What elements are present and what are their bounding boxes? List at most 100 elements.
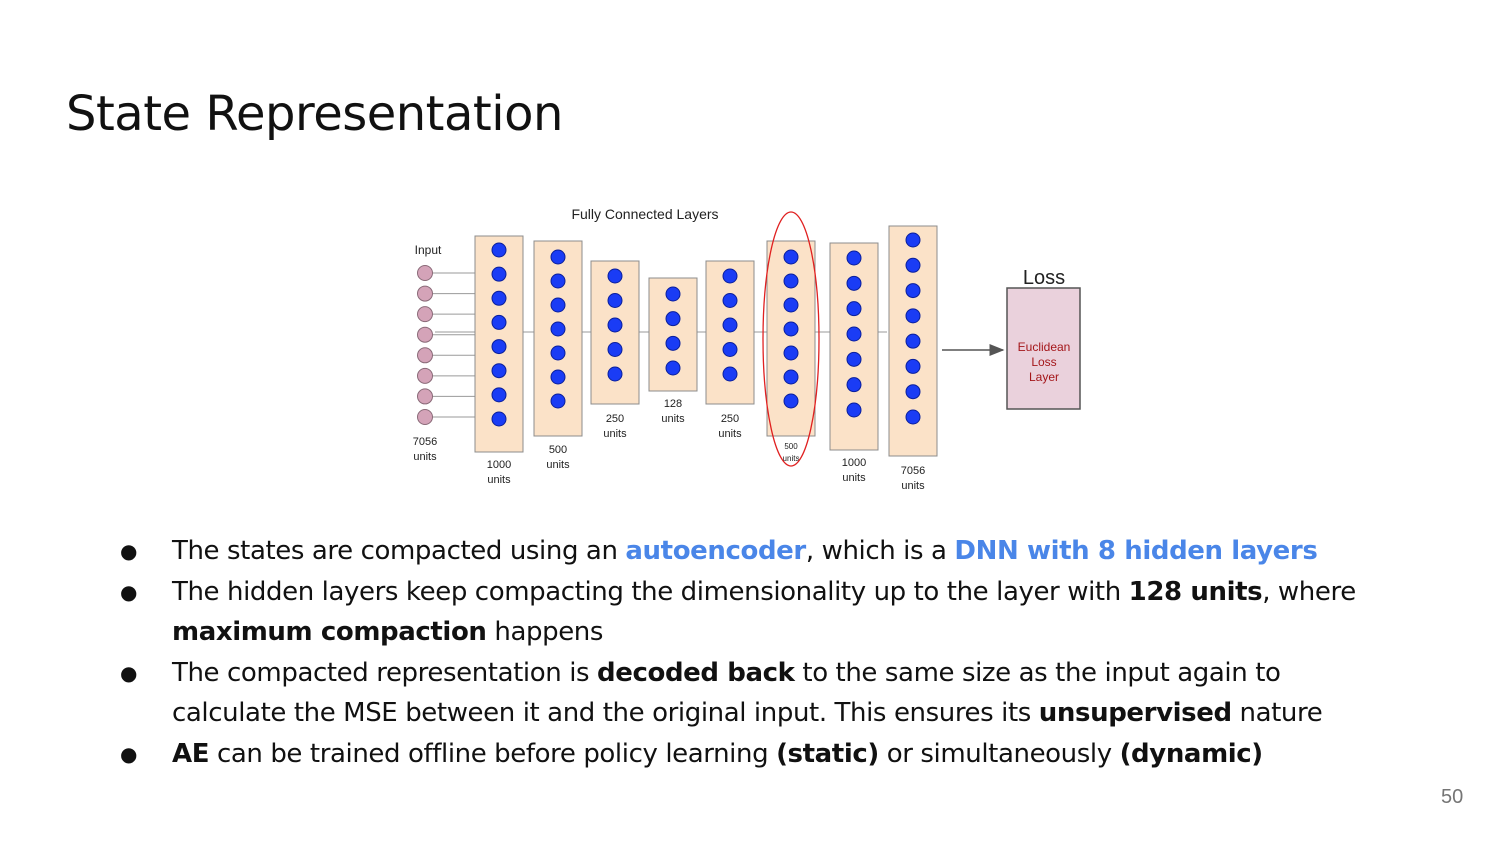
bullet-text: The states are compacted using an xyxy=(172,536,626,566)
slide-title: State Representation xyxy=(66,86,563,142)
layer-label-top: 1000 xyxy=(842,457,866,469)
layer-label-bottom: units xyxy=(603,428,627,440)
bullet-text: can be trained offline before policy lea… xyxy=(209,738,777,769)
neuron-node xyxy=(491,266,507,282)
neuron-node xyxy=(722,342,738,357)
layer-label-bottom: units xyxy=(661,413,685,425)
bold-term: maximum compaction xyxy=(172,617,487,647)
neuron-node xyxy=(607,268,623,284)
neuron-node xyxy=(607,317,623,333)
neuron-node xyxy=(665,286,681,302)
neuron-node xyxy=(550,369,566,385)
highlight-term: autoencoder xyxy=(625,536,806,566)
neuron-node xyxy=(783,297,799,313)
neuron-node xyxy=(846,326,862,342)
neuron-node xyxy=(846,301,862,317)
input-node xyxy=(417,265,433,281)
layer-label-top: 7056 xyxy=(901,465,925,477)
layer-label-top: 250 xyxy=(721,413,739,425)
neuron-node xyxy=(722,293,738,308)
bullet-dot: ● xyxy=(120,539,138,563)
neuron-node xyxy=(665,335,681,351)
neuron-node xyxy=(491,387,507,403)
bold-term: (dynamic) xyxy=(1119,738,1264,769)
neuron-node xyxy=(905,358,921,374)
neuron-node xyxy=(607,342,623,357)
bullet-item: ● The states are compacted using an autoe… xyxy=(120,531,1380,572)
layer-label-top: 500 xyxy=(784,442,798,451)
neuron-node xyxy=(846,351,862,367)
bold-term: decoded back xyxy=(597,657,795,688)
bold-term: 128 units xyxy=(1128,576,1263,607)
input-node xyxy=(417,306,433,323)
input-node xyxy=(417,347,433,364)
bullet-text: or simultaneously xyxy=(878,738,1120,769)
layer-label-top: 128 xyxy=(664,398,682,410)
neuron-node xyxy=(905,384,921,400)
neuron-node xyxy=(783,345,799,361)
layer-label-bottom: units xyxy=(901,480,925,492)
bullet-item: ● AE can be trained offline before policy… xyxy=(120,734,1380,775)
bullet-dot: ● xyxy=(120,660,138,685)
neuron-node xyxy=(722,366,738,382)
input-node xyxy=(417,367,433,384)
neuron-node xyxy=(905,257,921,273)
bullet-text: nature xyxy=(1231,698,1323,728)
neuron-node xyxy=(550,273,566,289)
bullet-text: The hidden layers keep compacting the di… xyxy=(172,576,1129,607)
highlight-term: DNN with 8 hidden layers xyxy=(954,536,1318,566)
layer-label-bottom: units xyxy=(487,474,511,486)
layer-box xyxy=(829,242,879,451)
bullet-text: , where xyxy=(1262,576,1356,607)
neuron-node xyxy=(550,249,566,265)
bullet-item: ● The compacted representation is decoded… xyxy=(120,653,1380,734)
bullet-text: , which is a xyxy=(805,536,955,566)
neuron-node xyxy=(905,283,921,299)
neuron-node xyxy=(491,411,507,427)
autoencoder-diagram: Fully Connected Layers Input 7056 units 10… xyxy=(395,200,1095,500)
neuron-node xyxy=(783,393,799,409)
bullet-list: ● The states are compacted using an autoe… xyxy=(120,531,1380,774)
neuron-node xyxy=(665,311,681,327)
input-node xyxy=(417,388,433,405)
layer-label-top: 7056 xyxy=(413,436,437,448)
layers-group: 7056 units 1000 units 500 units 250 units 128 uni… xyxy=(413,211,938,492)
diagram-header: Fully Connected Layers xyxy=(571,206,718,222)
neuron-node xyxy=(783,369,799,385)
layer-label-bottom: units xyxy=(546,459,570,471)
input-node xyxy=(417,326,433,343)
bullet-item: ● The hidden layers keep compacting the d… xyxy=(120,572,1380,653)
neuron-node xyxy=(905,232,921,248)
neuron-node xyxy=(550,297,566,313)
layer-label-bottom: units xyxy=(718,428,742,440)
page-number: 50 xyxy=(1441,786,1464,808)
layer-label-top: 1000 xyxy=(487,459,511,471)
layer-label-top: 250 xyxy=(606,413,624,425)
loss-box-line: Loss xyxy=(1031,355,1056,369)
neuron-node xyxy=(905,409,921,425)
neuron-node xyxy=(491,290,507,306)
neuron-node xyxy=(491,363,507,379)
neuron-node xyxy=(722,268,738,284)
layer-label-top: 500 xyxy=(549,444,567,456)
neuron-node xyxy=(905,333,921,349)
bullet-text: happens xyxy=(486,617,604,647)
layer-label-bottom: units xyxy=(413,451,437,463)
input-node xyxy=(417,285,433,302)
neuron-node xyxy=(783,273,799,289)
neuron-node xyxy=(905,308,921,324)
neuron-node xyxy=(846,250,862,266)
neuron-node xyxy=(783,249,799,265)
bold-term: AE xyxy=(172,738,210,769)
bold-term: (static) xyxy=(776,738,879,769)
bold-term: unsupervised xyxy=(1038,698,1232,728)
neuron-node xyxy=(607,366,623,382)
neuron-node xyxy=(665,360,681,376)
neuron-node xyxy=(550,321,566,337)
neuron-node xyxy=(491,339,507,355)
layer-label-bottom: units xyxy=(842,472,866,484)
neuron-node xyxy=(846,275,862,291)
input-node xyxy=(417,409,433,425)
bullet-dot: ● xyxy=(120,741,138,766)
neuron-node xyxy=(491,314,507,330)
